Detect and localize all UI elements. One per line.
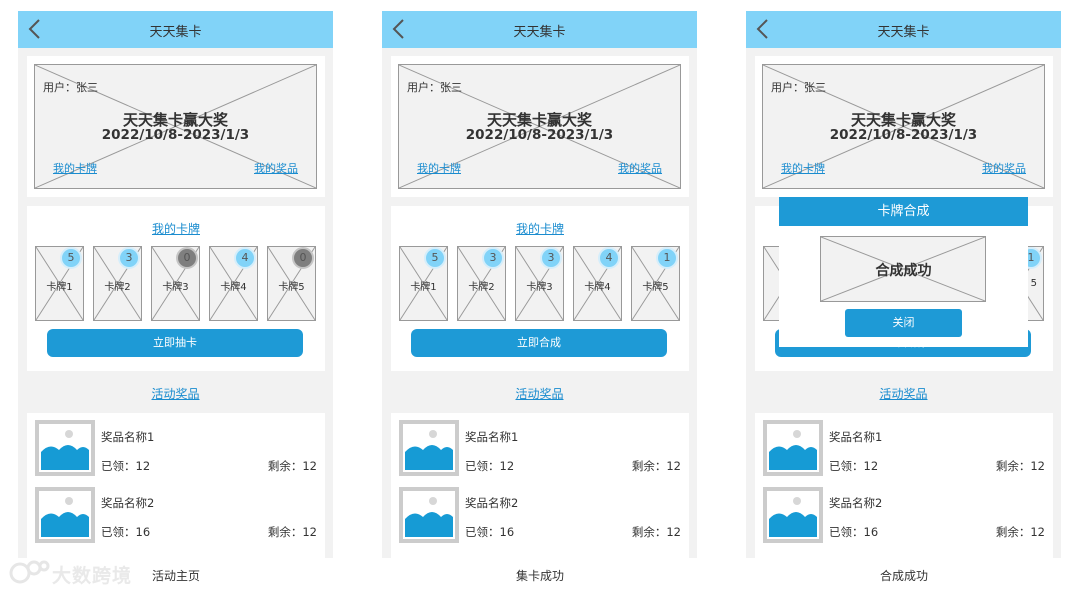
prize-remaining: 剩余：12 (267, 459, 317, 473)
banner-dates: 2022/10/8-2023/1/3 (829, 127, 978, 143)
prize-image (399, 487, 459, 543)
image-placeholder-icon (403, 491, 455, 539)
screen-caption: 集卡成功 (516, 569, 565, 583)
prize-remaining: 剩余：12 (267, 525, 317, 539)
banner-image: 用户：张三 天天集卡赢大奖 2022/10/8-2023/1/3 我的卡牌 我的… (762, 64, 1045, 189)
prize-remaining: 剩余：12 (631, 459, 681, 473)
my-cards-heading-link[interactable]: 我的卡牌 (391, 220, 689, 237)
prize-image (35, 487, 95, 543)
prizes-panel: 奖品名称1 已领：12 剩余：12 奖品名称2 已领：16 剩余：12 (755, 413, 1053, 558)
prizes-panel: 奖品名称1 已领：12 剩余：12 奖品名称2 已领：16 剩余：12 (391, 413, 689, 558)
cards-panel: 我的卡牌 卡牌1 卡牌2 卡牌3 卡牌4 卡牌5 5 3 0 4 0 立即抽卡 (27, 206, 325, 371)
screen-activity-home: 天天集卡 用户：张三 天天集卡赢大奖 2022/10/8-2023/1/3 我的… (18, 11, 333, 558)
prize-name: 奖品名称2 (101, 496, 155, 510)
my-prizes-link[interactable]: 我的奖品 (254, 160, 298, 176)
prize-claimed: 已领：16 (465, 525, 515, 539)
card-label: 卡牌5 (278, 282, 305, 293)
banner-panel: 用户：张三 天天集卡赢大奖 2022/10/8-2023/1/3 我的卡牌 我的… (391, 56, 689, 197)
prize-claimed: 已领：16 (101, 525, 151, 539)
watermark-logo: 大数跨境 (8, 558, 143, 588)
banner-image: 用户：张三 天天集卡赢大奖 2022/10/8-2023/1/3 我的卡牌 我的… (34, 64, 317, 189)
modal-title: 卡牌合成 (779, 197, 1028, 226)
image-placeholder-icon (39, 424, 91, 472)
my-cards-link[interactable]: 我的卡牌 (53, 160, 97, 176)
screen-collect-success: 天天集卡 用户：张三 天天集卡赢大奖 2022/10/8-2023/1/3 我的… (382, 11, 697, 558)
banner-dates: 2022/10/8-2023/1/3 (101, 127, 250, 143)
prizes-heading-link[interactable]: 活动奖品 (746, 385, 1061, 402)
prize-image (35, 420, 95, 476)
card-count-badge: 3 (118, 247, 140, 269)
prize-name: 奖品名称1 (829, 430, 883, 444)
cards-panel: 我的卡牌 卡牌1 卡牌2 卡牌3 卡牌4 卡牌5 5 3 3 4 1 立即合成 (391, 206, 689, 371)
user-label: 用户：张三 (43, 81, 98, 94)
prize-remaining: 剩余：12 (995, 525, 1045, 539)
prizes-heading-link[interactable]: 活动奖品 (382, 385, 697, 402)
prize-image (763, 487, 823, 543)
page-title: 天天集卡 (877, 25, 930, 40)
banner-image: 用户：张三 天天集卡赢大奖 2022/10/8-2023/1/3 我的卡牌 我的… (398, 64, 681, 189)
card-label: 卡牌1 (410, 282, 437, 293)
my-cards-heading-link[interactable]: 我的卡牌 (27, 220, 325, 237)
card-label: 卡牌3 (526, 282, 553, 293)
banner-panel: 用户：张三 天天集卡赢大奖 2022/10/8-2023/1/3 我的卡牌 我的… (27, 56, 325, 197)
card-label: 卡牌3 (162, 282, 189, 293)
image-placeholder-icon (767, 491, 819, 539)
banner-dates: 2022/10/8-2023/1/3 (465, 127, 614, 143)
prize-remaining: 剩余：12 (631, 525, 681, 539)
screen-synthesis-success: 天天集卡 用户：张三 天天集卡赢大奖 2022/10/8-2023/1/3 我的… (746, 11, 1061, 558)
close-button[interactable]: 关闭 (845, 309, 962, 337)
top-bar: 天天集卡 (382, 11, 697, 48)
prize-image (763, 420, 823, 476)
card-count-badge: 3 (540, 247, 562, 269)
dashuju-logo-icon (9, 560, 50, 584)
user-label: 用户：张三 (771, 81, 826, 94)
synthesize-button[interactable]: 立即合成 (411, 329, 667, 357)
prize-claimed: 已领：12 (829, 459, 879, 473)
image-placeholder-icon (39, 491, 91, 539)
card-count-badge: 1 (656, 247, 678, 269)
card-label: 卡牌4 (220, 282, 247, 293)
screen-caption: 合成成功 (880, 569, 929, 583)
synthesis-modal: 卡牌合成 合成成功 关闭 (779, 197, 1028, 347)
prizes-heading-link[interactable]: 活动奖品 (18, 385, 333, 402)
prize-name: 奖品名称1 (465, 430, 519, 444)
card-count-badge: 0 (292, 247, 314, 269)
card-label: 卡牌5 (642, 282, 669, 293)
card-count-badge: 5 (424, 247, 446, 269)
image-placeholder-icon (403, 424, 455, 472)
banner-panel: 用户：张三 天天集卡赢大奖 2022/10/8-2023/1/3 我的卡牌 我的… (755, 56, 1053, 197)
prize-name: 奖品名称2 (829, 496, 883, 510)
my-prizes-link[interactable]: 我的奖品 (982, 160, 1026, 176)
watermark-text: 大数跨境 (52, 565, 133, 587)
prize-remaining: 剩余：12 (995, 459, 1045, 473)
top-bar: 天天集卡 (18, 11, 333, 48)
my-cards-link[interactable]: 我的卡牌 (417, 160, 461, 176)
success-message: 合成成功 (875, 263, 932, 279)
prize-image (399, 420, 459, 476)
top-bar: 天天集卡 (746, 11, 1061, 48)
image-placeholder-icon (767, 424, 819, 472)
card-label: 卡牌4 (584, 282, 611, 293)
card-count-badge: 4 (598, 247, 620, 269)
my-cards-link[interactable]: 我的卡牌 (781, 160, 825, 176)
card-label: 卡牌2 (104, 282, 131, 293)
card-count-badge: 3 (482, 247, 504, 269)
screen-caption: 活动主页 (152, 569, 201, 583)
page-title: 天天集卡 (513, 25, 566, 40)
prize-claimed: 已领：12 (101, 459, 151, 473)
card-count-badge: 0 (176, 247, 198, 269)
card-count-badge: 5 (60, 247, 82, 269)
user-label: 用户：张三 (407, 81, 462, 94)
prize-claimed: 已领：12 (465, 459, 515, 473)
draw-card-button[interactable]: 立即抽卡 (47, 329, 303, 357)
prize-name: 奖品名称2 (465, 496, 519, 510)
prize-claimed: 已领：16 (829, 525, 879, 539)
card-label: 卡牌1 (46, 282, 73, 293)
card-count-badge: 4 (234, 247, 256, 269)
card-label: 卡牌2 (468, 282, 495, 293)
prizes-panel: 奖品名称1 已领：12 剩余：12 奖品名称2 已领：16 剩余：12 (27, 413, 325, 558)
my-prizes-link[interactable]: 我的奖品 (618, 160, 662, 176)
prize-name: 奖品名称1 (101, 430, 155, 444)
page-title: 天天集卡 (149, 25, 202, 40)
